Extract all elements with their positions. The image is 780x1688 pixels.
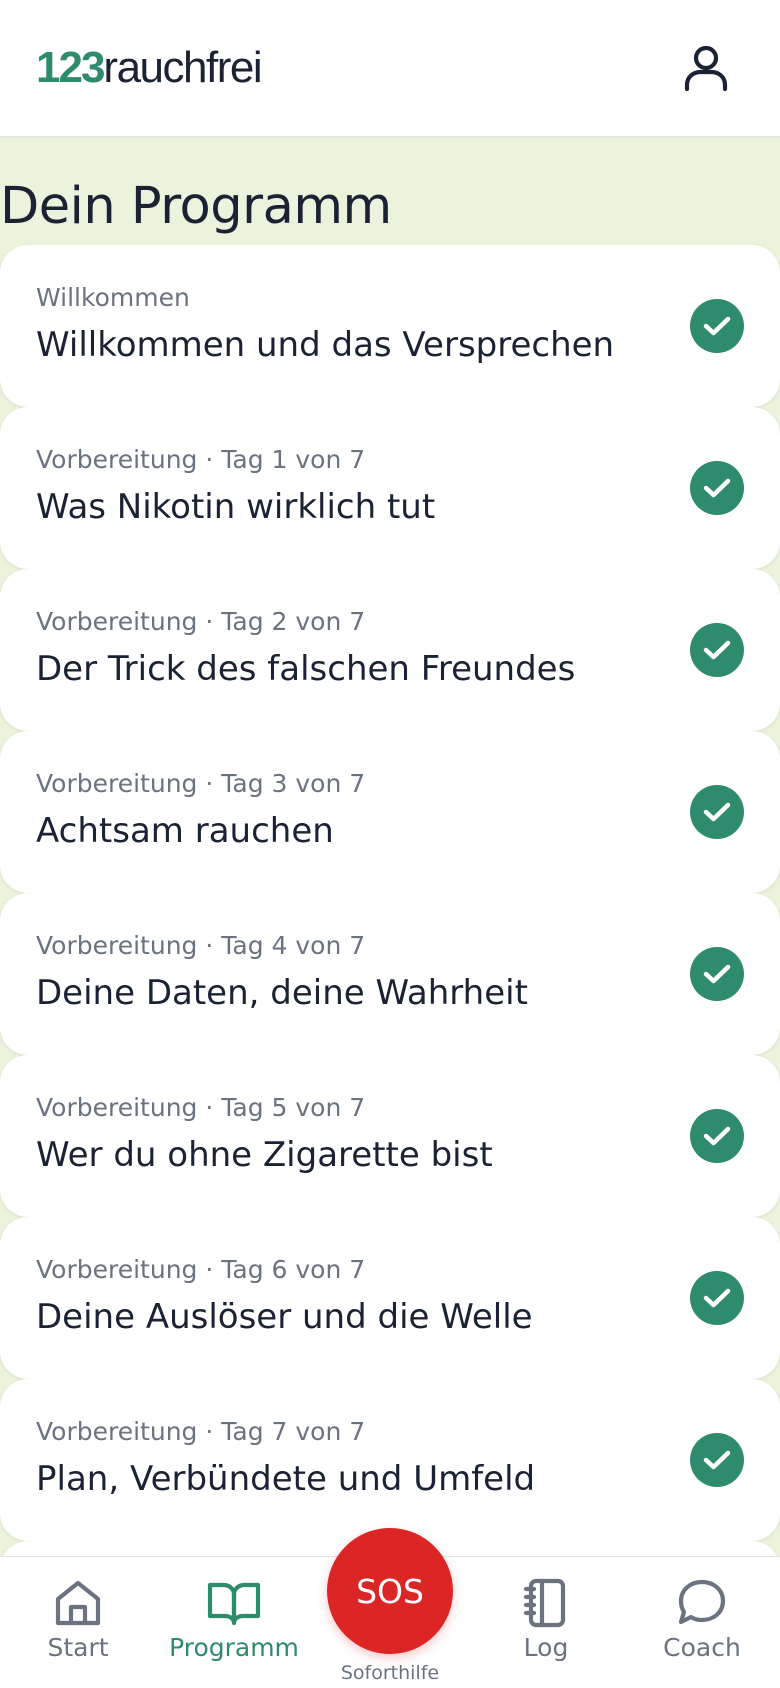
module-title: Wer du ohne Zigarette bist bbox=[36, 1135, 493, 1175]
notebook-icon bbox=[523, 1578, 566, 1628]
module-title: Deine Daten, deine Wahrheit bbox=[36, 973, 528, 1013]
nav-log-label: Log bbox=[523, 1633, 569, 1662]
nav-coach-label: Coach bbox=[663, 1633, 741, 1662]
nav-coach[interactable]: Coach bbox=[624, 1557, 780, 1688]
check-circle-icon bbox=[690, 1433, 744, 1487]
check-circle-icon bbox=[690, 623, 744, 677]
nav-start[interactable]: Start bbox=[0, 1557, 156, 1688]
logo-word: rauchfrei bbox=[103, 43, 262, 92]
nav-start-label: Start bbox=[47, 1633, 109, 1662]
module-kicker: Vorbereitung · Tag 6 von 7 bbox=[36, 1255, 366, 1284]
home-icon bbox=[55, 1580, 101, 1626]
module-card[interactable]: Vorbereitung · Tag 5 von 7 Wer du ohne Z… bbox=[0, 1055, 780, 1217]
module-kicker: Vorbereitung · Tag 3 von 7 bbox=[36, 769, 366, 798]
module-title: Der Trick des falschen Freundes bbox=[36, 649, 576, 689]
app-logo[interactable]: 123 rauchfrei bbox=[36, 43, 263, 93]
module-kicker: Vorbereitung · Tag 2 von 7 bbox=[36, 607, 366, 636]
module-card[interactable]: Vorbereitung · Tag 4 von 7 Deine Daten, … bbox=[0, 893, 780, 1055]
module-kicker: Vorbereitung · Tag 4 von 7 bbox=[36, 931, 366, 960]
check-circle-icon bbox=[690, 299, 744, 353]
module-kicker: Vorbereitung · Tag 7 von 7 bbox=[36, 1417, 366, 1446]
module-card[interactable]: Vorbereitung · Tag 7 von 7 Plan, Verbünd… bbox=[0, 1379, 780, 1541]
module-card[interactable]: Willkommen Willkommen und das Verspreche… bbox=[0, 245, 780, 407]
module-list: Willkommen Willkommen und das Verspreche… bbox=[0, 245, 780, 1556]
module-title: Was Nikotin wirklich tut bbox=[36, 487, 436, 527]
nav-programm[interactable]: Programm bbox=[156, 1557, 312, 1688]
check-circle-icon bbox=[690, 1271, 744, 1325]
module-card[interactable]: Vorbereitung · Tag 3 von 7 Achtsam rauch… bbox=[0, 731, 780, 893]
check-circle-icon bbox=[690, 785, 744, 839]
module-title: Willkommen und das Versprechen bbox=[36, 325, 615, 365]
module-card[interactable]: Vorbereitung · Tag 6 von 7 Deine Auslöse… bbox=[0, 1217, 780, 1379]
module-card[interactable]: Vorbereitung · Tag 1 von 7 Was Nikotin w… bbox=[0, 407, 780, 569]
sos-container: SOS Soforthilfe bbox=[313, 1528, 467, 1688]
module-title: Achtsam rauchen bbox=[36, 811, 334, 851]
check-circle-icon bbox=[690, 1109, 744, 1163]
module-kicker: Willkommen bbox=[36, 283, 190, 312]
module-title: Deine Auslöser und die Welle bbox=[36, 1297, 533, 1337]
sos-sublabel: Soforthilfe bbox=[340, 1662, 440, 1684]
app-header: 123 rauchfrei bbox=[0, 0, 780, 137]
module-kicker: Vorbereitung · Tag 5 von 7 bbox=[36, 1093, 366, 1122]
module-title: Plan, Verbündete und Umfeld bbox=[36, 1459, 536, 1499]
user-icon bbox=[684, 45, 728, 92]
logo-number: 123 bbox=[36, 43, 105, 92]
main-content: Dein Programm Willkommen Willkommen und … bbox=[0, 137, 780, 1556]
nav-log[interactable]: Log bbox=[468, 1557, 624, 1688]
nav-programm-label: Programm bbox=[169, 1633, 299, 1662]
check-circle-icon bbox=[690, 461, 744, 515]
book-open-icon bbox=[207, 1582, 261, 1626]
module-card[interactable]: Vorbereitung · Tag 2 von 7 Der Trick des… bbox=[0, 569, 780, 731]
profile-button[interactable] bbox=[678, 40, 734, 96]
check-circle-icon bbox=[690, 947, 744, 1001]
bottom-nav: Start Programm SOS Soforthilfe Log Coach bbox=[0, 1528, 780, 1688]
module-kicker: Vorbereitung · Tag 1 von 7 bbox=[36, 445, 366, 474]
app-root: 123 rauchfrei Dein Programm Willkommen Wi… bbox=[0, 0, 780, 1688]
page-title: Dein Programm bbox=[0, 177, 392, 236]
sos-button[interactable]: SOS bbox=[327, 1528, 453, 1654]
chat-bubble-icon bbox=[678, 1579, 726, 1625]
